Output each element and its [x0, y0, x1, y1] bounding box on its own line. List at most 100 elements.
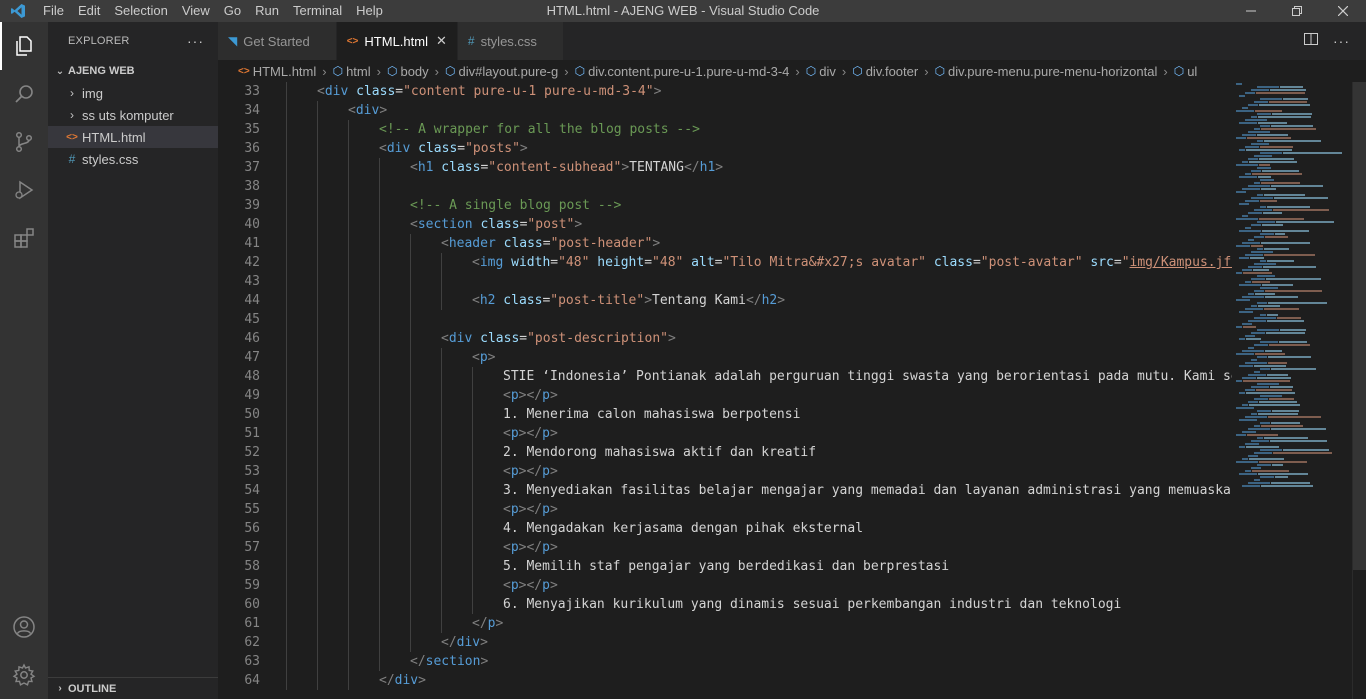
minimap-token: [1242, 431, 1256, 433]
code-area[interactable]: <div class="content pure-u-1 pure-u-md-3…: [286, 82, 1232, 699]
menu-item-selection[interactable]: Selection: [107, 0, 174, 22]
minimap-token: [1239, 311, 1253, 313]
code-token: >: [418, 673, 426, 688]
tree-item-styles-css[interactable]: # styles.css: [48, 148, 218, 170]
breadcrumb-item[interactable]: ⬡ div#layout.pure-g: [445, 64, 558, 79]
manage-gear-icon[interactable]: [0, 651, 48, 699]
minimap-line: [1232, 104, 1352, 106]
menu-item-edit[interactable]: Edit: [71, 0, 107, 22]
indent-guide: [348, 158, 349, 177]
menu-item-go[interactable]: Go: [217, 0, 248, 22]
minimap-line: [1232, 185, 1352, 187]
menu-item-help[interactable]: Help: [349, 0, 390, 22]
minimap-token: [1245, 281, 1251, 283]
indent-guide: [317, 595, 318, 614]
menu-item-terminal[interactable]: Terminal: [286, 0, 349, 22]
breadcrumb-item[interactable]: ⬡ div.pure-menu.pure-menu-horizontal: [935, 64, 1158, 79]
line-number: 55: [244, 502, 260, 517]
minimap[interactable]: [1232, 82, 1352, 699]
minimap-line: [1232, 134, 1352, 136]
tree-item-label: styles.css: [82, 151, 139, 167]
code-content: <div class="post-description">: [286, 331, 676, 346]
minimap-token: [1254, 479, 1260, 481]
indent-guide: [348, 462, 349, 481]
tree-item-ss-uts-komputer[interactable]: › ss uts komputer: [48, 104, 218, 126]
outline-section[interactable]: › OUTLINE: [48, 677, 218, 699]
breadcrumb-item[interactable]: ⬡ html: [333, 64, 371, 79]
indent-guide: [441, 557, 442, 576]
minimize-icon[interactable]: [1228, 0, 1274, 22]
indent-guide: [379, 557, 380, 576]
breadcrumb-item[interactable]: ⬡ div: [806, 64, 836, 79]
run-debug-icon[interactable]: [0, 166, 48, 214]
minimap-token: [1256, 92, 1305, 94]
explorer-icon[interactable]: [0, 22, 48, 70]
code-token: </: [683, 160, 700, 175]
minimap-line: [1232, 131, 1352, 133]
indent-guide: [410, 462, 411, 481]
vscode-logo-icon[interactable]: [0, 0, 36, 22]
tree-item-img[interactable]: › img: [48, 82, 218, 104]
indent-guide: [410, 329, 411, 348]
tab-html-html[interactable]: <> HTML.html ✕: [336, 22, 458, 60]
code-content: <h2 class="post-title">Tentang Kami</h2>: [286, 293, 785, 308]
minimap-token: [1257, 194, 1263, 196]
minimap-line: [1232, 155, 1352, 157]
indent-guide: [286, 234, 287, 253]
minimap-token: [1248, 374, 1266, 376]
minimap-line: [1232, 455, 1352, 457]
workspace-folder[interactable]: ⌄ AJENG WEB: [48, 60, 218, 82]
breadcrumb-item[interactable]: <> HTML.html: [238, 64, 316, 79]
restore-icon[interactable]: [1274, 0, 1320, 22]
indent-guide: [286, 348, 287, 367]
minimap-token: [1242, 107, 1248, 109]
indent-guide: [348, 652, 349, 671]
breadcrumb-item[interactable]: ⬡ ul: [1174, 64, 1198, 79]
breadcrumb-separator-icon: ›: [1163, 63, 1168, 79]
minimap-line: [1232, 293, 1352, 295]
breadcrumb-item[interactable]: ⬡ body: [387, 64, 429, 79]
accounts-icon[interactable]: [0, 603, 48, 651]
minimap-line: [1232, 173, 1352, 175]
minimap-line: [1232, 215, 1352, 217]
minimap-token: [1257, 134, 1288, 136]
minimap-token: [1236, 299, 1250, 301]
breadcrumb-item[interactable]: ⬡ div.footer: [852, 64, 918, 79]
minimap-token: [1242, 242, 1260, 244]
source-control-icon[interactable]: [0, 118, 48, 166]
code-editor[interactable]: 33 34 35 36 37 38 39 40 41 42 43 44 45 46 47 48 49 50 51 52…: [218, 82, 1232, 699]
tab-get-started[interactable]: ◥ Get Started: [218, 22, 337, 60]
close-tab-icon[interactable]: ✕: [436, 33, 447, 49]
minimap-token: [1260, 368, 1270, 370]
search-icon[interactable]: [0, 70, 48, 118]
menu-item-file[interactable]: File: [36, 0, 71, 22]
tab-styles-css[interactable]: # styles.css: [457, 22, 564, 60]
menu-item-run[interactable]: Run: [248, 0, 286, 22]
code-line: </div>: [286, 633, 1232, 652]
tree-item-html-html[interactable]: <> HTML.html: [48, 126, 218, 148]
close-icon[interactable]: [1320, 0, 1366, 22]
minimap-line: [1232, 164, 1352, 166]
code-line: <p></p>: [286, 576, 1232, 595]
menu-item-view[interactable]: View: [175, 0, 217, 22]
code-token: class: [495, 293, 543, 308]
indent-guide: [441, 538, 442, 557]
vertical-scrollbar[interactable]: [1352, 82, 1366, 699]
breadcrumb-item[interactable]: ⬡ div.content.pure-u-1.pure-u-md-3-4: [575, 64, 790, 79]
scrollbar-thumb[interactable]: [1353, 82, 1366, 570]
code-token: class: [348, 84, 396, 99]
line-number: 51: [244, 426, 260, 441]
extensions-icon[interactable]: [0, 214, 48, 262]
minimap-line: [1232, 275, 1352, 277]
split-editor-icon[interactable]: [1303, 31, 1319, 52]
minimap-token: [1254, 101, 1268, 103]
indent-guide: [441, 348, 442, 367]
code-token: "48": [558, 255, 590, 270]
code-token: ></: [518, 388, 543, 403]
code-line: <p></p>: [286, 462, 1232, 481]
more-actions-icon[interactable]: ···: [187, 33, 204, 49]
minimap-line: [1232, 320, 1352, 322]
minimap-token: [1245, 389, 1255, 391]
more-editor-actions-icon[interactable]: ···: [1333, 33, 1350, 49]
code-token: section: [417, 217, 473, 232]
